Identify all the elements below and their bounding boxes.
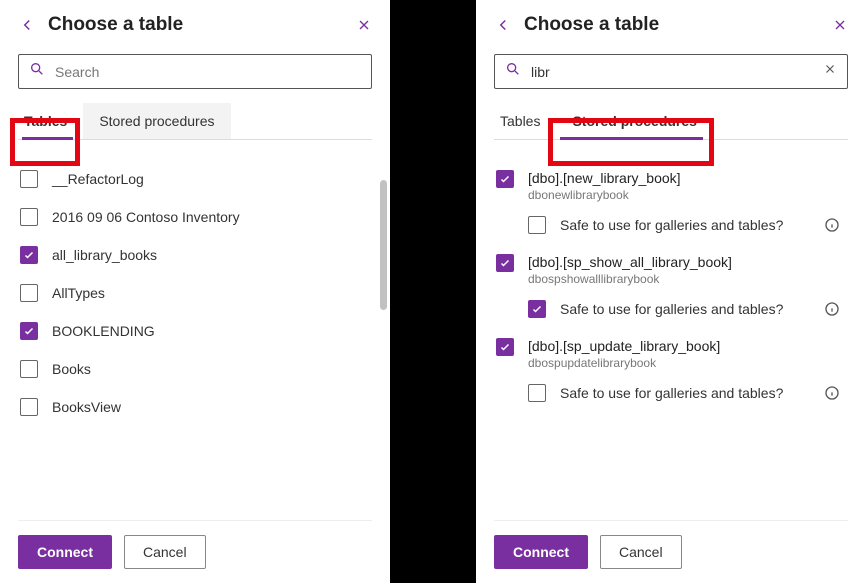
stored-procedure-item: [dbo].[sp_show_all_library_book] dbospsho… <box>494 244 842 328</box>
checkbox[interactable] <box>496 338 514 356</box>
table-label: Books <box>52 361 91 377</box>
tables-list: __RefactorLog 2016 09 06 Contoso Inventor… <box>18 146 372 520</box>
panel-left: Choose a table Tables Stored procedures … <box>0 0 390 583</box>
table-row[interactable]: BooksView <box>18 388 366 426</box>
checkbox[interactable] <box>20 322 38 340</box>
cancel-button[interactable]: Cancel <box>600 535 682 569</box>
sp-subtitle: dbonewlibrarybook <box>528 188 681 202</box>
checkbox[interactable] <box>20 360 38 378</box>
clear-search-icon[interactable] <box>823 62 837 81</box>
tab-stored-procedures[interactable]: Stored procedures <box>556 103 712 139</box>
header: Choose a table <box>494 14 848 36</box>
sp-name: [dbo].[new_library_book] <box>528 170 681 186</box>
panel-title: Choose a table <box>524 14 820 36</box>
table-row[interactable]: 2016 09 06 Contoso Inventory <box>18 198 366 236</box>
back-arrow-icon[interactable] <box>18 16 36 34</box>
sp-name: [dbo].[sp_show_all_library_book] <box>528 254 732 270</box>
safe-label: Safe to use for galleries and tables? <box>560 217 783 233</box>
connect-button[interactable]: Connect <box>18 535 112 569</box>
tab-tables[interactable]: Tables <box>494 103 556 139</box>
stored-procedure-item: [dbo].[new_library_book] dbonewlibraryboo… <box>494 160 842 244</box>
checkbox[interactable] <box>20 170 38 188</box>
table-row[interactable]: __RefactorLog <box>18 160 366 198</box>
header: Choose a table <box>18 14 372 36</box>
info-icon[interactable] <box>824 385 840 401</box>
table-row[interactable]: Books <box>18 350 366 388</box>
search-input[interactable] <box>53 63 361 81</box>
stored-procedure-item: [dbo].[sp_update_library_book] dbospupdat… <box>494 328 842 412</box>
table-row[interactable]: all_library_books <box>18 236 366 274</box>
table-label: BooksView <box>52 399 121 415</box>
safe-checkbox[interactable] <box>528 384 546 402</box>
checkbox[interactable] <box>496 170 514 188</box>
search-icon <box>29 61 45 82</box>
checkbox[interactable] <box>20 208 38 226</box>
checkbox[interactable] <box>20 284 38 302</box>
scrollbar-thumb[interactable] <box>380 180 387 310</box>
footer: Connect Cancel <box>18 520 372 569</box>
search-input[interactable] <box>529 63 815 81</box>
footer: Connect Cancel <box>494 520 848 569</box>
info-icon[interactable] <box>824 301 840 317</box>
table-label: BOOKLENDING <box>52 323 155 339</box>
table-label: __RefactorLog <box>52 171 144 187</box>
table-label: 2016 09 06 Contoso Inventory <box>52 209 240 225</box>
table-row[interactable]: BOOKLENDING <box>18 312 366 350</box>
info-icon[interactable] <box>824 217 840 233</box>
search-icon <box>505 61 521 82</box>
tab-tables[interactable]: Tables <box>18 103 83 139</box>
checkbox[interactable] <box>20 246 38 264</box>
panel-right: Choose a table Tables Stored procedures … <box>476 0 866 583</box>
safe-checkbox[interactable] <box>528 216 546 234</box>
stored-procedures-list: [dbo].[new_library_book] dbonewlibraryboo… <box>494 146 848 520</box>
safe-label: Safe to use for galleries and tables? <box>560 301 783 317</box>
connect-button[interactable]: Connect <box>494 535 588 569</box>
close-icon[interactable] <box>356 17 372 33</box>
search-input-container <box>494 54 848 89</box>
checkbox[interactable] <box>496 254 514 272</box>
safe-label: Safe to use for galleries and tables? <box>560 385 783 401</box>
safe-checkbox[interactable] <box>528 300 546 318</box>
close-icon[interactable] <box>832 17 848 33</box>
checkbox[interactable] <box>20 398 38 416</box>
tabs: Tables Stored procedures <box>494 103 848 140</box>
cancel-button[interactable]: Cancel <box>124 535 206 569</box>
sp-subtitle: dbospshowalllibrarybook <box>528 272 732 286</box>
table-label: AllTypes <box>52 285 105 301</box>
panel-divider <box>390 0 476 583</box>
table-label: all_library_books <box>52 247 157 263</box>
tabs: Tables Stored procedures <box>18 103 372 140</box>
back-arrow-icon[interactable] <box>494 16 512 34</box>
tab-stored-procedures[interactable]: Stored procedures <box>83 103 230 139</box>
search-input-container <box>18 54 372 89</box>
sp-subtitle: dbospupdatelibrarybook <box>528 356 720 370</box>
panel-title: Choose a table <box>48 14 344 36</box>
sp-name: [dbo].[sp_update_library_book] <box>528 338 720 354</box>
table-row[interactable]: AllTypes <box>18 274 366 312</box>
